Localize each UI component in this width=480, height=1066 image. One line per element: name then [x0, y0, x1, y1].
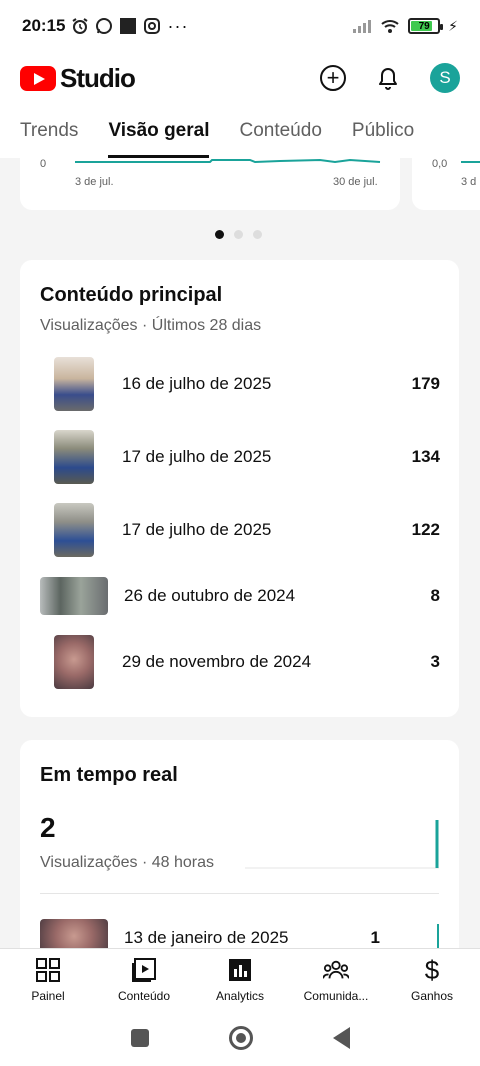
chart-y-label: 0	[40, 158, 47, 170]
chart-x-end-label: 30 de jul.	[333, 176, 378, 188]
nav-earn-label: Ganhos	[410, 988, 454, 1003]
home-dot-icon	[235, 1033, 246, 1043]
charging-icon: ⚡	[448, 17, 458, 34]
realtime-count: 2	[40, 812, 56, 843]
recents-button[interactable]	[130, 1029, 149, 1047]
battery-icon: 79	[408, 18, 444, 34]
pager-dot-2[interactable]	[234, 230, 243, 239]
plus-icon: +	[326, 65, 340, 90]
video-views: 122	[411, 520, 440, 539]
video-title: 26 de outubro de 2024	[124, 586, 296, 605]
video-thumbnail	[54, 357, 94, 411]
content-row[interactable]: 29 de novembro de 2024 3	[40, 635, 440, 689]
overview-chart-line	[75, 158, 381, 164]
home-button[interactable]	[228, 1026, 253, 1050]
content-row[interactable]: 17 de julho de 2025 122	[40, 503, 440, 557]
status-right: 79 ⚡	[352, 18, 458, 35]
realtime-title: Em tempo real	[40, 764, 178, 786]
content-row[interactable]: 26 de outubro de 2024 8	[40, 576, 440, 616]
video-title: 29 de novembro de 2024	[122, 652, 312, 671]
pager-dot-1[interactable]	[215, 230, 224, 239]
nav-analytics[interactable]: Analytics	[192, 949, 288, 1010]
carousel-pager	[215, 230, 262, 239]
tab-audience[interactable]: Público	[352, 104, 414, 158]
logo-text: Studio	[60, 62, 136, 93]
nav-community[interactable]: Comunida...	[288, 949, 384, 1010]
divider	[40, 893, 439, 894]
wifi-icon	[381, 20, 399, 33]
top-content-title: Conteúdo principal	[40, 284, 223, 306]
battery-level: 79	[418, 20, 430, 32]
app-square-icon	[120, 18, 137, 34]
tab-bar: Trends Visão geral Conteúdo Público	[0, 104, 480, 158]
video-title: 16 de julho de 2025	[122, 374, 272, 393]
video-title: 17 de julho de 2025	[122, 447, 272, 466]
video-thumbnail	[54, 635, 94, 689]
bell-icon[interactable]	[376, 65, 400, 91]
content-icon	[132, 957, 156, 982]
video-thumbnail	[54, 430, 94, 484]
status-time: 20:15	[22, 16, 66, 35]
chart-2-y-label: 0,0	[432, 158, 448, 170]
more-notifications-icon: ···	[167, 15, 189, 36]
video-views: 134	[411, 447, 440, 466]
chart-2-x-start-label: 3 d	[461, 176, 477, 188]
video-views: 179	[411, 374, 440, 393]
community-icon	[323, 960, 349, 979]
video-title: 17 de julho de 2025	[122, 520, 272, 539]
nav-dashboard-label: Painel	[31, 988, 65, 1003]
create-button[interactable]: +	[320, 65, 346, 91]
nav-dashboard[interactable]: Painel	[0, 949, 96, 1010]
earn-icon: $	[424, 954, 440, 985]
pager-dot-3[interactable]	[253, 230, 262, 239]
dashboard-icon	[36, 957, 60, 982]
app-bar: Studio + S	[0, 52, 480, 104]
video-views: 8	[430, 586, 440, 605]
avatar[interactable]: S	[430, 63, 460, 93]
tab-overview[interactable]: Visão geral	[108, 104, 210, 158]
content-row[interactable]: 16 de julho de 2025 179	[40, 357, 440, 411]
realtime-subtitle: Visualizações · 48 horas	[40, 854, 215, 871]
nav-content-label: Conteúdo	[117, 988, 171, 1003]
back-button[interactable]	[332, 1027, 350, 1049]
video-title: 13 de janeiro de 2025	[124, 928, 289, 947]
analytics-icon	[229, 958, 251, 981]
overview-chart-card-2[interactable]: 0,0 3 d	[412, 158, 480, 210]
bottom-nav: Painel Conteúdo Analytics Comunida... $ …	[0, 948, 480, 1010]
alarm-icon	[72, 18, 89, 34]
video-thumbnail	[54, 503, 94, 557]
tab-trends[interactable]: Trends	[20, 104, 78, 158]
status-icons: ···	[71, 16, 188, 37]
status-bar: 20:15 ··· 79 ⚡	[0, 0, 480, 52]
overview-chart-card[interactable]: 0 3 de jul. 30 de jul.	[20, 158, 400, 210]
realtime-sparkline	[245, 820, 439, 869]
chart-x-start-label: 3 de jul.	[75, 176, 114, 188]
top-content-card: Conteúdo principal Visualizações · Últim…	[20, 260, 459, 717]
nav-earn[interactable]: $ Ganhos	[384, 949, 480, 1010]
nav-community-label: Comunida...	[303, 988, 369, 1003]
content-row[interactable]: 17 de julho de 2025 134	[40, 430, 440, 484]
header-actions: + S	[320, 63, 460, 93]
instagram-icon	[144, 18, 161, 34]
video-views: 3	[430, 652, 440, 671]
youtube-logo-icon	[20, 65, 56, 91]
youtube-studio-logo[interactable]: Studio	[20, 62, 136, 94]
whatsapp-icon	[96, 18, 113, 34]
nav-content[interactable]: Conteúdo	[96, 949, 192, 1010]
nav-analytics-label: Analytics	[215, 988, 265, 1003]
video-thumbnail	[40, 577, 108, 615]
screen: 20:15 ··· 79 ⚡ Studio + S Trends Visão g…	[0, 0, 480, 1066]
top-content-subtitle: Visualizações · Últimos 28 dias	[40, 317, 262, 334]
signal-icon	[353, 20, 372, 33]
system-nav-bar	[0, 1010, 480, 1066]
tab-content[interactable]: Conteúdo	[239, 104, 321, 158]
